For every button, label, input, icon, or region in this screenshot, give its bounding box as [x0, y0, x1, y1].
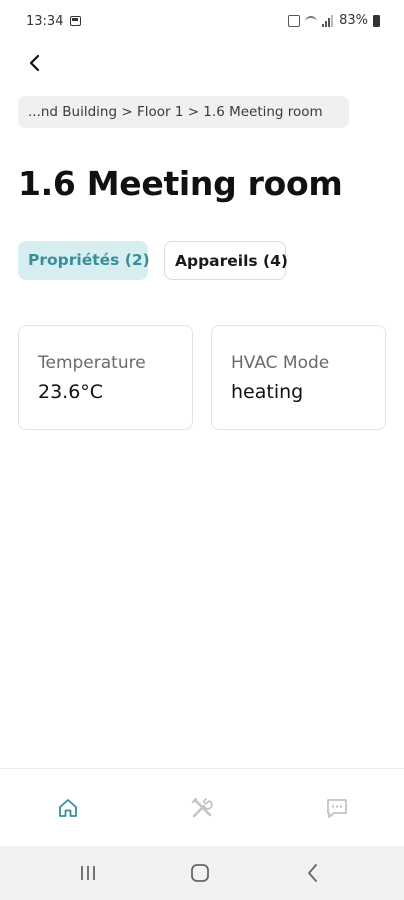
nfc-icon — [288, 14, 301, 27]
chat-icon — [327, 799, 347, 818]
system-back-icon — [308, 864, 317, 882]
nav-messages[interactable] — [324, 795, 350, 821]
nav-home[interactable] — [55, 795, 81, 821]
chevron-left-icon — [29, 54, 40, 72]
system-home-button[interactable] — [187, 860, 213, 886]
gallery-notification-icon — [70, 16, 81, 26]
recent-apps-button[interactable] — [75, 860, 101, 886]
breadcrumb[interactable]: ...nd Building > Floor 1 > 1.6 Meeting r… — [18, 96, 349, 128]
nav-tools[interactable] — [189, 795, 215, 821]
status-indicators: 83% — [288, 13, 380, 28]
property-card-temperature: Temperature 23.6°C — [18, 325, 193, 430]
breadcrumb-text: ...nd Building > Floor 1 > 1.6 Meeting r… — [28, 104, 323, 120]
property-label: Temperature — [38, 353, 146, 373]
status-bar: 13:34 83% — [0, 0, 404, 44]
system-back-button[interactable] — [300, 860, 326, 886]
home-icon — [59, 799, 77, 817]
property-label: HVAC Mode — [231, 353, 330, 373]
status-time: 13:34 — [26, 14, 64, 29]
tab-properties-label: Propriétés (2) — [28, 251, 150, 269]
system-navigation-bar — [0, 846, 404, 900]
page-title: 1.6 Meeting room — [18, 164, 343, 203]
tab-devices-label: Appareils (4) — [175, 252, 289, 270]
signal-icon — [322, 14, 334, 27]
recent-apps-icon — [81, 866, 95, 880]
tab-properties[interactable]: Propriétés (2) — [18, 241, 150, 280]
back-button[interactable] — [18, 46, 52, 80]
property-card-hvac-mode: HVAC Mode heating — [211, 325, 386, 430]
battery-percent: 83% — [339, 13, 368, 28]
property-value: 23.6°C — [38, 381, 104, 403]
battery-icon — [373, 14, 380, 27]
property-value: heating — [231, 381, 304, 403]
system-home-icon — [191, 864, 209, 882]
wifi-icon — [305, 15, 318, 27]
tools-icon — [191, 797, 213, 818]
tab-devices[interactable]: Appareils (4) — [164, 241, 289, 280]
bottom-navigation — [0, 768, 404, 846]
